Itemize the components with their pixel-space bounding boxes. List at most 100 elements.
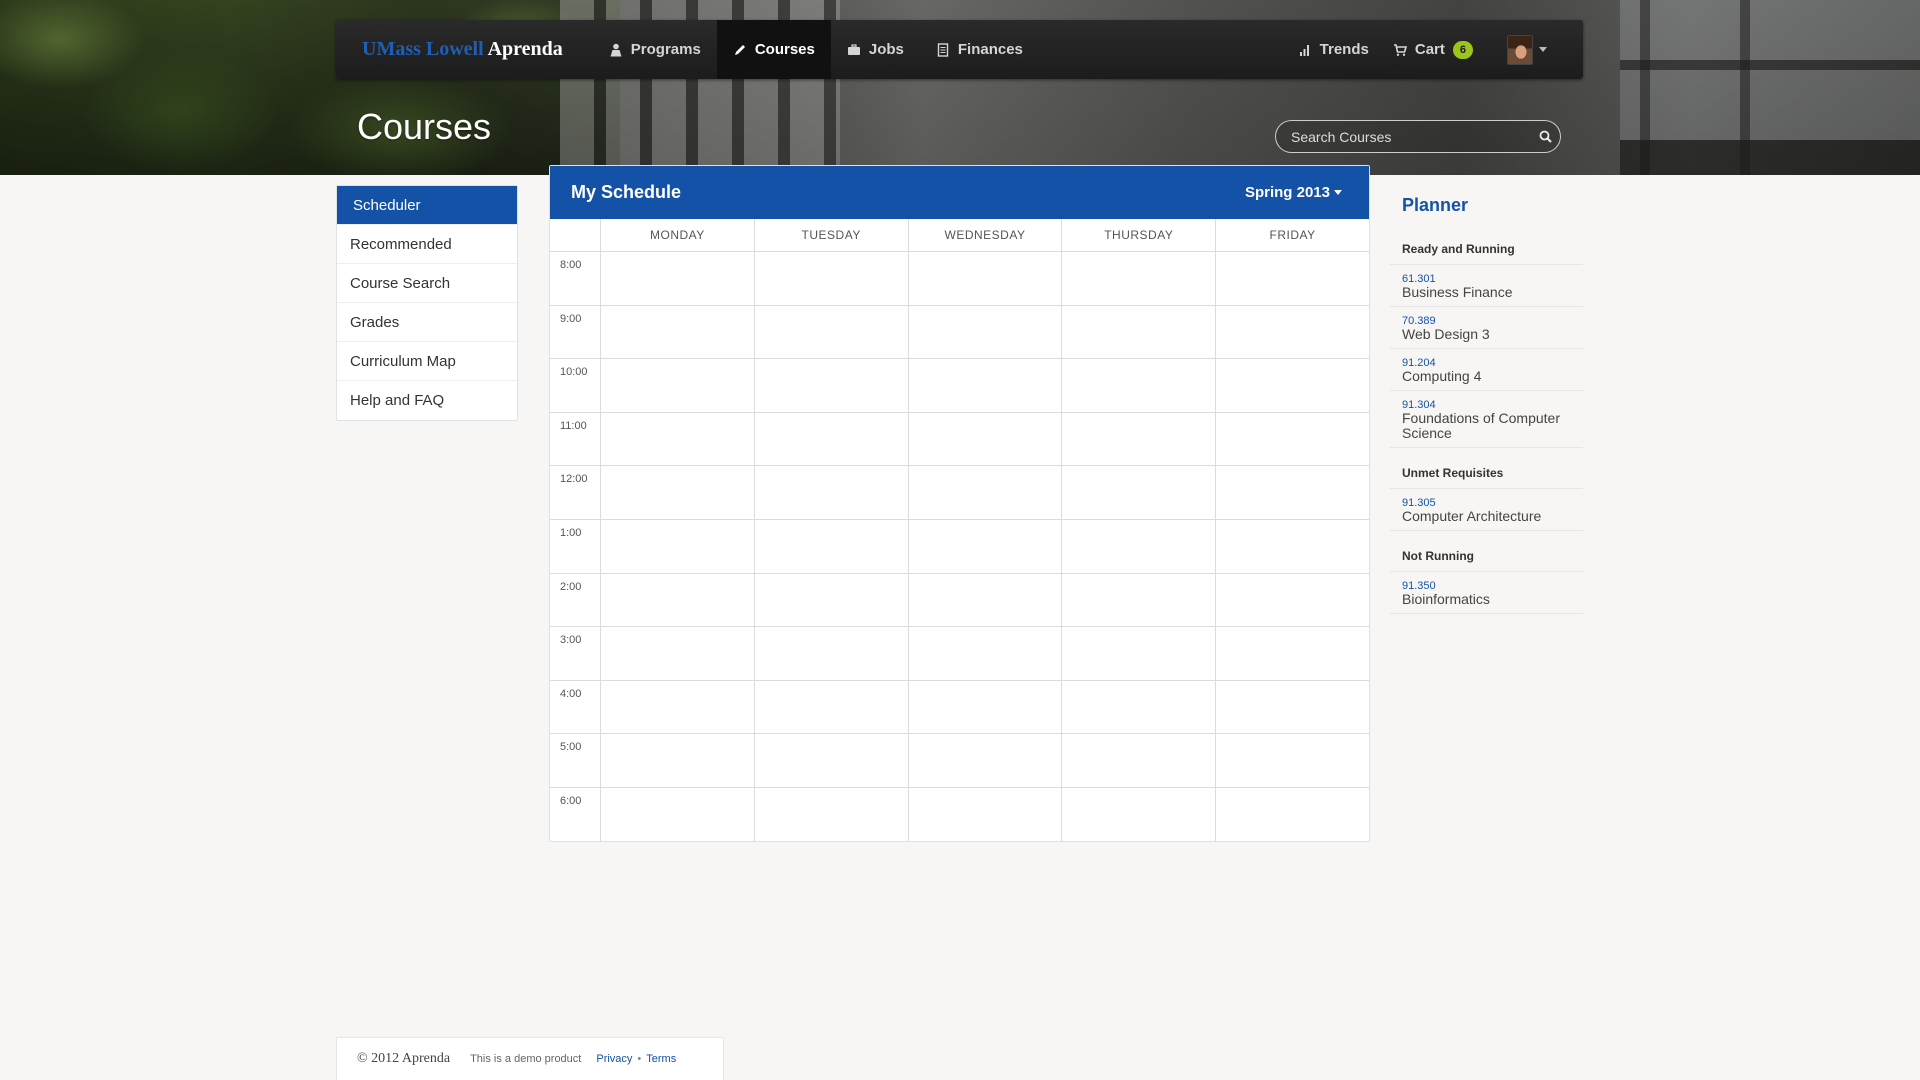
- term-dropdown-value: Spring 2013: [1244, 184, 1330, 201]
- schedule-slot[interactable]: [1216, 306, 1369, 359]
- schedule-slot[interactable]: [1062, 787, 1217, 842]
- schedule-slot[interactable]: [601, 305, 755, 359]
- day-header: THURSDAY: [1062, 219, 1217, 251]
- day-header: FRIDAY: [1269, 228, 1316, 242]
- schedule-slot[interactable]: [909, 680, 1063, 734]
- schedule-slot[interactable]: [1216, 574, 1369, 627]
- sidebar-item-scheduler[interactable]: Scheduler: [337, 186, 517, 225]
- time-label: 10:00: [550, 359, 601, 412]
- schedule-slot[interactable]: [601, 359, 755, 412]
- user-menu[interactable]: [1507, 34, 1547, 65]
- schedule-slot[interactable]: [909, 734, 1063, 787]
- nav-finances[interactable]: Finances: [920, 20, 1039, 79]
- sidebar-item-grades[interactable]: Grades: [337, 303, 517, 342]
- course-name: Foundations of Computer Science: [1402, 410, 1560, 441]
- brand-logo[interactable]: UMass Lowell Aprenda: [362, 38, 563, 61]
- schedule-slot[interactable]: [601, 680, 755, 734]
- schedule-slot[interactable]: [1062, 627, 1217, 680]
- course-name: Web Design 3: [1402, 326, 1490, 342]
- planner-course-item[interactable]: 91.305 Computer Architecture: [1390, 489, 1583, 531]
- schedule-slot[interactable]: [755, 573, 909, 627]
- schedule-slot[interactable]: [755, 627, 909, 680]
- planner-course-item[interactable]: 70.389 Web Design 3: [1390, 307, 1583, 349]
- schedule-slot[interactable]: [755, 680, 909, 734]
- privacy-link[interactable]: Privacy: [596, 1053, 632, 1065]
- schedule-slot[interactable]: [1062, 734, 1217, 787]
- schedule-slot[interactable]: [1062, 412, 1217, 466]
- planner-course-item[interactable]: 91.350 Bioinformatics: [1390, 572, 1583, 614]
- schedule-slot[interactable]: [909, 787, 1063, 842]
- sidebar-item-recommended[interactable]: Recommended: [337, 225, 517, 264]
- schedule-grid: 8:00 9:00 10:00 11:00 12:00 1:00 2:00 3:00 4:00 5…: [550, 252, 1369, 842]
- schedule-slot[interactable]: [1062, 466, 1217, 519]
- time-label: 12:00: [550, 466, 601, 519]
- schedule-slot[interactable]: [909, 359, 1063, 412]
- schedule-slot[interactable]: [601, 252, 755, 305]
- schedule-slot[interactable]: [1062, 252, 1217, 305]
- schedule-slot[interactable]: [601, 627, 755, 680]
- planner-course-item[interactable]: 91.304 Foundations of Computer Science: [1390, 391, 1583, 448]
- schedule-slot[interactable]: [909, 519, 1063, 573]
- nav-courses[interactable]: Courses: [716, 20, 831, 79]
- chevron-down-icon: [1334, 190, 1342, 195]
- schedule-slot[interactable]: [1216, 788, 1369, 842]
- schedule-slot[interactable]: [755, 252, 909, 305]
- schedule-slot[interactable]: [1062, 305, 1217, 359]
- schedule-slot[interactable]: [601, 573, 755, 627]
- schedule-slot[interactable]: [755, 734, 909, 787]
- schedule-slot[interactable]: [909, 252, 1063, 305]
- schedule-slot[interactable]: [1216, 681, 1369, 734]
- search-icon: [1539, 130, 1552, 143]
- schedule-slot[interactable]: [755, 359, 909, 412]
- schedule-slot[interactable]: [601, 412, 755, 466]
- schedule-slot[interactable]: [1216, 252, 1369, 305]
- nav-jobs[interactable]: Jobs: [831, 20, 920, 79]
- search-input[interactable]: [1276, 128, 1530, 145]
- nav-programs[interactable]: Programs: [593, 20, 717, 79]
- schedule-slot[interactable]: [755, 412, 909, 466]
- day-header-row: MONDAY TUESDAY WEDNESDAY THURSDAY FRIDAY: [550, 219, 1369, 252]
- schedule-slot[interactable]: [1062, 359, 1217, 412]
- schedule-slot[interactable]: [601, 519, 755, 573]
- bar-chart-icon: [1299, 44, 1309, 56]
- schedule-slot[interactable]: [909, 573, 1063, 627]
- schedule-slot[interactable]: [909, 466, 1063, 519]
- schedule-hour-row: 1:00: [550, 519, 1369, 574]
- nav-cart[interactable]: Cart 6: [1381, 20, 1485, 79]
- schedule-slot[interactable]: [909, 412, 1063, 466]
- schedule-slot[interactable]: [755, 305, 909, 359]
- sidebar-item-course-search[interactable]: Course Search: [337, 264, 517, 303]
- schedule-slot[interactable]: [909, 627, 1063, 680]
- schedule-hour-row: 3:00: [550, 627, 1369, 681]
- schedule-slot[interactable]: [1216, 520, 1369, 573]
- sidebar-item-curriculum-map[interactable]: Curriculum Map: [337, 342, 517, 381]
- term-dropdown[interactable]: Spring 2013: [1245, 184, 1342, 201]
- nav-trends[interactable]: Trends: [1286, 20, 1381, 79]
- planner-course-item[interactable]: 91.204 Computing 4: [1390, 349, 1583, 391]
- terms-link[interactable]: Terms: [646, 1053, 676, 1065]
- schedule-slot[interactable]: [1062, 519, 1217, 573]
- search-button[interactable]: [1530, 121, 1560, 152]
- schedule-slot[interactable]: [1216, 466, 1369, 519]
- main-nav: Programs Courses Jobs Finances: [593, 20, 1039, 79]
- planner-course-item[interactable]: 61.301 Business Finance: [1390, 265, 1583, 307]
- footer-copyright: © 2012 Aprenda: [357, 1051, 451, 1066]
- schedule-slot[interactable]: [755, 466, 909, 519]
- schedule-slot[interactable]: [601, 466, 755, 519]
- footer-separator: •: [637, 1053, 642, 1065]
- schedule-slot[interactable]: [755, 787, 909, 842]
- course-name: Bioinformatics: [1402, 591, 1490, 607]
- schedule-slot[interactable]: [1216, 734, 1369, 787]
- schedule-slot[interactable]: [1216, 359, 1369, 412]
- schedule-slot[interactable]: [601, 734, 755, 787]
- sidebar-item-help-faq[interactable]: Help and FAQ: [337, 381, 517, 420]
- course-name: Computer Architecture: [1402, 508, 1542, 524]
- schedule-slot[interactable]: [601, 787, 755, 842]
- schedule-slot[interactable]: [1062, 573, 1217, 627]
- schedule-slot[interactable]: [1062, 680, 1217, 734]
- schedule-slot[interactable]: [909, 305, 1063, 359]
- schedule-slot[interactable]: [1216, 413, 1369, 466]
- schedule-slot[interactable]: [755, 519, 909, 573]
- footer-demo-note: This is a demo product: [470, 1053, 582, 1065]
- schedule-slot[interactable]: [1216, 627, 1369, 680]
